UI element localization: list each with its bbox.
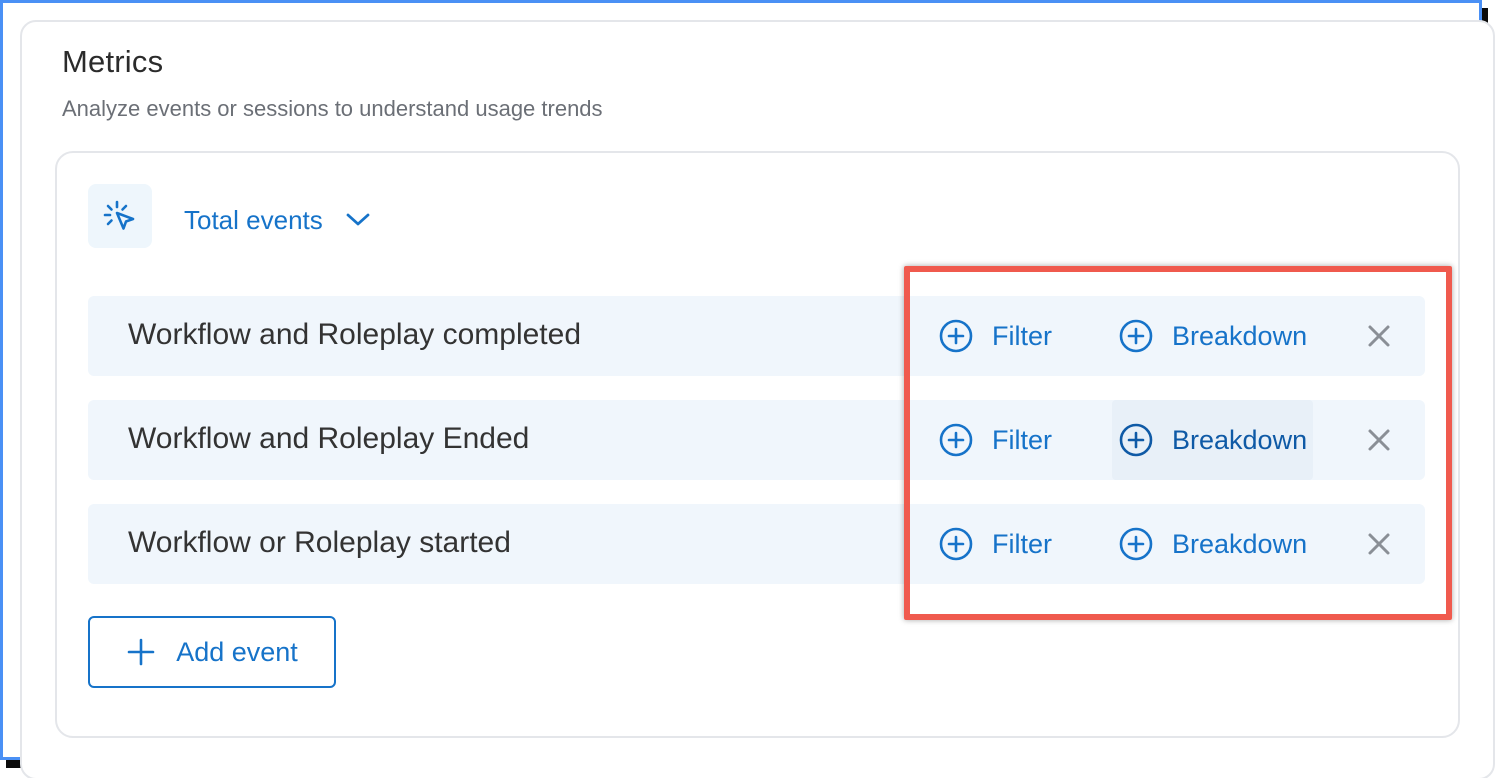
event-row: Workflow or Roleplay started Filter Brea… [88, 504, 1425, 584]
breakdown-button[interactable]: Breakdown [1112, 400, 1314, 480]
plus-circle-icon [1119, 423, 1153, 457]
add-event-button[interactable]: Add event [88, 616, 336, 688]
event-name: Workflow or Roleplay started [128, 526, 511, 559]
plus-circle-icon [939, 527, 973, 561]
close-icon [1368, 429, 1390, 451]
plus-circle-icon [1119, 527, 1153, 561]
filter-button[interactable]: Filter [938, 524, 1052, 564]
plus-circle-icon [939, 319, 973, 353]
remove-event-button[interactable] [1364, 321, 1394, 351]
close-icon [1368, 325, 1390, 347]
event-name: Workflow and Roleplay completed [128, 318, 582, 351]
event-row: Workflow and Roleplay completed Filter B… [88, 296, 1425, 376]
breakdown-label: Breakdown [1172, 320, 1308, 351]
filter-button[interactable]: Filter [938, 420, 1052, 460]
plus-icon [127, 638, 155, 666]
filter-button[interactable]: Filter [938, 316, 1052, 356]
plus-circle-icon [1119, 319, 1153, 353]
filter-label: Filter [992, 424, 1052, 455]
breakdown-label: Breakdown [1172, 528, 1308, 559]
breakdown-button[interactable]: Breakdown [1118, 316, 1307, 356]
event-name: Workflow and Roleplay Ended [128, 422, 530, 455]
filter-label: Filter [992, 528, 1052, 559]
cursor-click-icon [88, 184, 152, 248]
chevron-down-icon [345, 212, 371, 228]
remove-event-button[interactable] [1364, 529, 1394, 559]
page-subtitle: Analyze events or sessions to understand… [62, 96, 603, 121]
close-icon [1368, 533, 1390, 555]
breakdown-label: Breakdown [1172, 424, 1308, 455]
metric-type-dropdown[interactable]: Total events [184, 202, 371, 238]
plus-circle-icon [939, 423, 973, 457]
page-title: Metrics [62, 44, 164, 79]
filter-label: Filter [992, 320, 1052, 351]
remove-event-button[interactable] [1364, 425, 1394, 455]
metric-type-label: Total events [184, 204, 323, 235]
breakdown-button[interactable]: Breakdown [1118, 524, 1307, 564]
event-row: Workflow and Roleplay Ended Filter Break… [88, 400, 1425, 480]
add-event-label: Add event [176, 636, 298, 667]
